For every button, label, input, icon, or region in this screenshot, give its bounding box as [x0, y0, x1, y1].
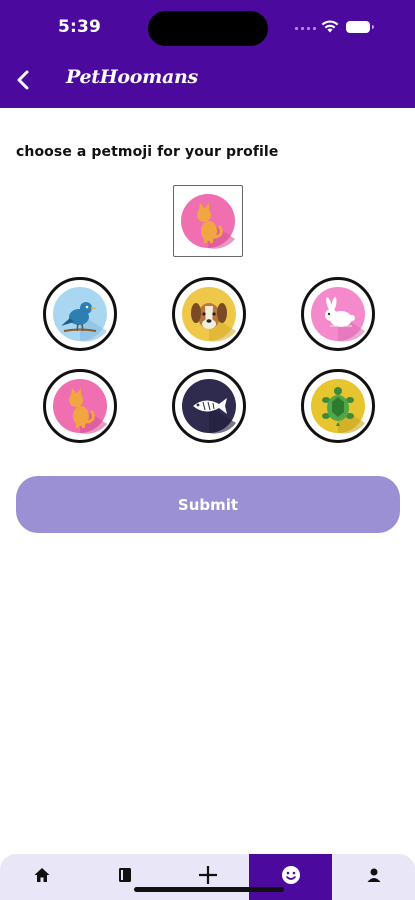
nav-petmoji[interactable]	[249, 854, 332, 900]
wifi-icon	[320, 19, 340, 38]
battery-icon	[346, 21, 374, 33]
petmoji-option-cat[interactable]	[43, 369, 117, 443]
smiley-icon	[281, 865, 301, 889]
nav-profile[interactable]	[332, 854, 415, 900]
turtle-icon	[310, 378, 366, 434]
nav-home[interactable]	[0, 854, 83, 900]
cat-icon	[180, 193, 236, 249]
book-icon	[116, 866, 134, 888]
fish-icon	[181, 378, 237, 434]
rabbit-icon	[310, 286, 366, 342]
petmoji-option-bird[interactable]	[43, 277, 117, 351]
bottom-nav-bar	[0, 854, 415, 900]
status-time: 5:39	[58, 17, 102, 37]
app-header: 5:39 PetHoomans	[0, 0, 415, 108]
petmoji-option-turtle[interactable]	[301, 369, 375, 443]
petmoji-prompt: choose a petmoji for your profile	[16, 144, 279, 160]
home-icon	[33, 866, 51, 888]
chevron-left-icon	[15, 69, 31, 95]
dog-icon	[181, 286, 237, 342]
submit-button[interactable]: Submit	[16, 476, 400, 533]
cellular-signal-icon	[295, 27, 316, 30]
bird-icon	[52, 286, 108, 342]
petmoji-option-rabbit[interactable]	[301, 277, 375, 351]
nav-book[interactable]	[83, 854, 166, 900]
nav-add[interactable]	[166, 854, 249, 900]
back-button[interactable]	[8, 66, 38, 98]
cat-icon	[52, 378, 108, 434]
person-icon	[365, 866, 383, 888]
petmoji-option-dog[interactable]	[172, 277, 246, 351]
selected-petmoji-preview	[173, 185, 243, 257]
home-indicator	[134, 887, 284, 892]
app-title: PetHoomans	[66, 66, 198, 88]
dynamic-island	[148, 11, 268, 46]
petmoji-option-fish[interactable]	[172, 369, 246, 443]
